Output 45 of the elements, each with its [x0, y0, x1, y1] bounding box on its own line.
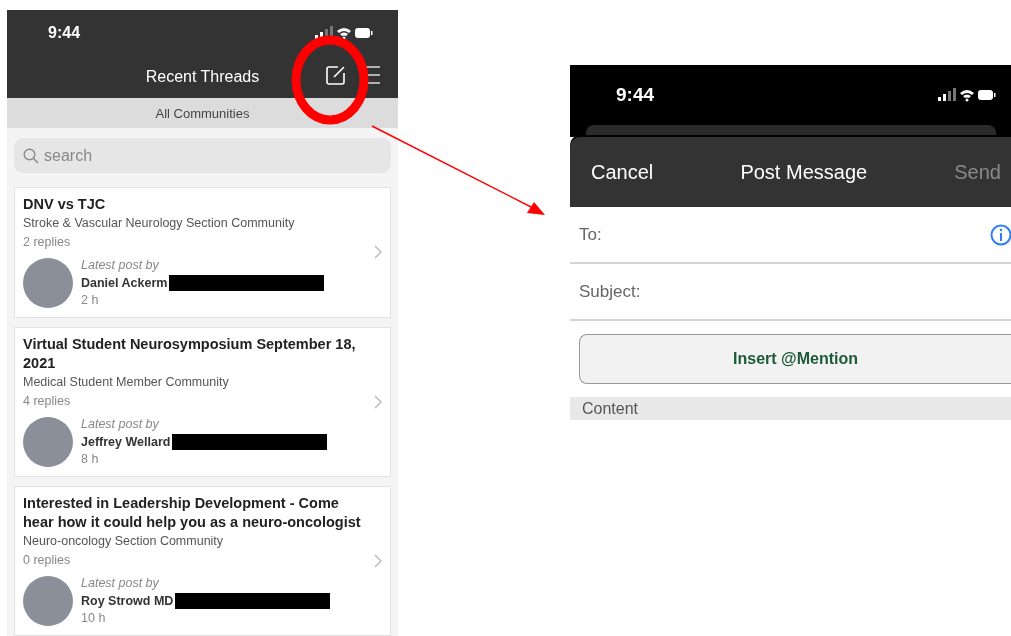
thread-card[interactable]: Virtual Student Neurosymposium September 18, 2021 Medical Student Member Community 4 replies Latest post by Jeffrey Wellard 8 h [14, 327, 391, 477]
community-filter[interactable]: All Communities [7, 98, 398, 128]
author-name: Roy Strowd MD [81, 593, 174, 610]
chevron-icon [374, 553, 382, 568]
screen-title: Recent Threads [145, 67, 260, 86]
avatar [23, 576, 73, 626]
latest-post-label: Latest post by [81, 575, 160, 592]
community-name: Medical Student Member Community [23, 374, 230, 391]
avatar [23, 258, 73, 308]
latest-post-label: Latest post by [81, 416, 160, 433]
filter-label: All Communities [155, 105, 250, 121]
section-label: Content [582, 400, 639, 418]
thread-card[interactable]: Interested in Leadership Development - Come hear how it could help you as a neuro-oncologist Neuro-oncology Section Community 0 replies Latest post by Roy Strowd MD 10 h [14, 486, 391, 636]
author-name: Daniel Ackerm [81, 275, 168, 292]
sheet-title: Post Message [740, 160, 868, 184]
author-name: Jeffrey Wellard [81, 434, 171, 451]
status-time: 9:44 [616, 84, 655, 106]
cancel-button[interactable]: Cancel [591, 160, 654, 184]
post-time: 10 h [81, 610, 107, 627]
thread-title: Interested in Leadership Development - Come hear how it could help you as a neuro-oncologist [23, 494, 362, 532]
thread-title: Virtual Student Neurosymposium September 18, 2021 [23, 335, 357, 373]
field-label: To: [579, 224, 603, 245]
info-icon[interactable] [990, 223, 1011, 246]
post-time: 2 h [81, 292, 100, 309]
reply-count: 2 replies [23, 234, 72, 251]
search-field[interactable]: search [14, 138, 391, 173]
chevron-icon [374, 394, 382, 409]
reply-count: 4 replies [23, 393, 72, 410]
status-time: 9:44 [48, 23, 81, 42]
latest-post-label: Latest post by [81, 257, 160, 274]
reply-count: 0 replies [23, 552, 72, 569]
field-label: Subject: [579, 281, 642, 302]
post-time: 8 h [81, 451, 100, 468]
menu-icon[interactable] [364, 65, 380, 85]
status-icons [938, 88, 996, 102]
community-name: Stroke & Vascular Neurology Section Community [23, 215, 296, 232]
search-icon [23, 148, 39, 164]
thread-card[interactable]: DNV vs TJC Stroke & Vascular Neurology Section Community 2 replies Latest post by Daniel Ackerm 2 h [14, 187, 391, 318]
avatar [23, 417, 73, 467]
compose-icon[interactable] [326, 65, 346, 85]
thread-title: DNV vs TJC [23, 195, 107, 214]
community-name: Neuro-oncology Section Community [23, 533, 225, 550]
chevron-icon [374, 245, 382, 259]
mention-button[interactable]: Insert @Mention [579, 334, 1011, 384]
status-icons [315, 25, 373, 40]
